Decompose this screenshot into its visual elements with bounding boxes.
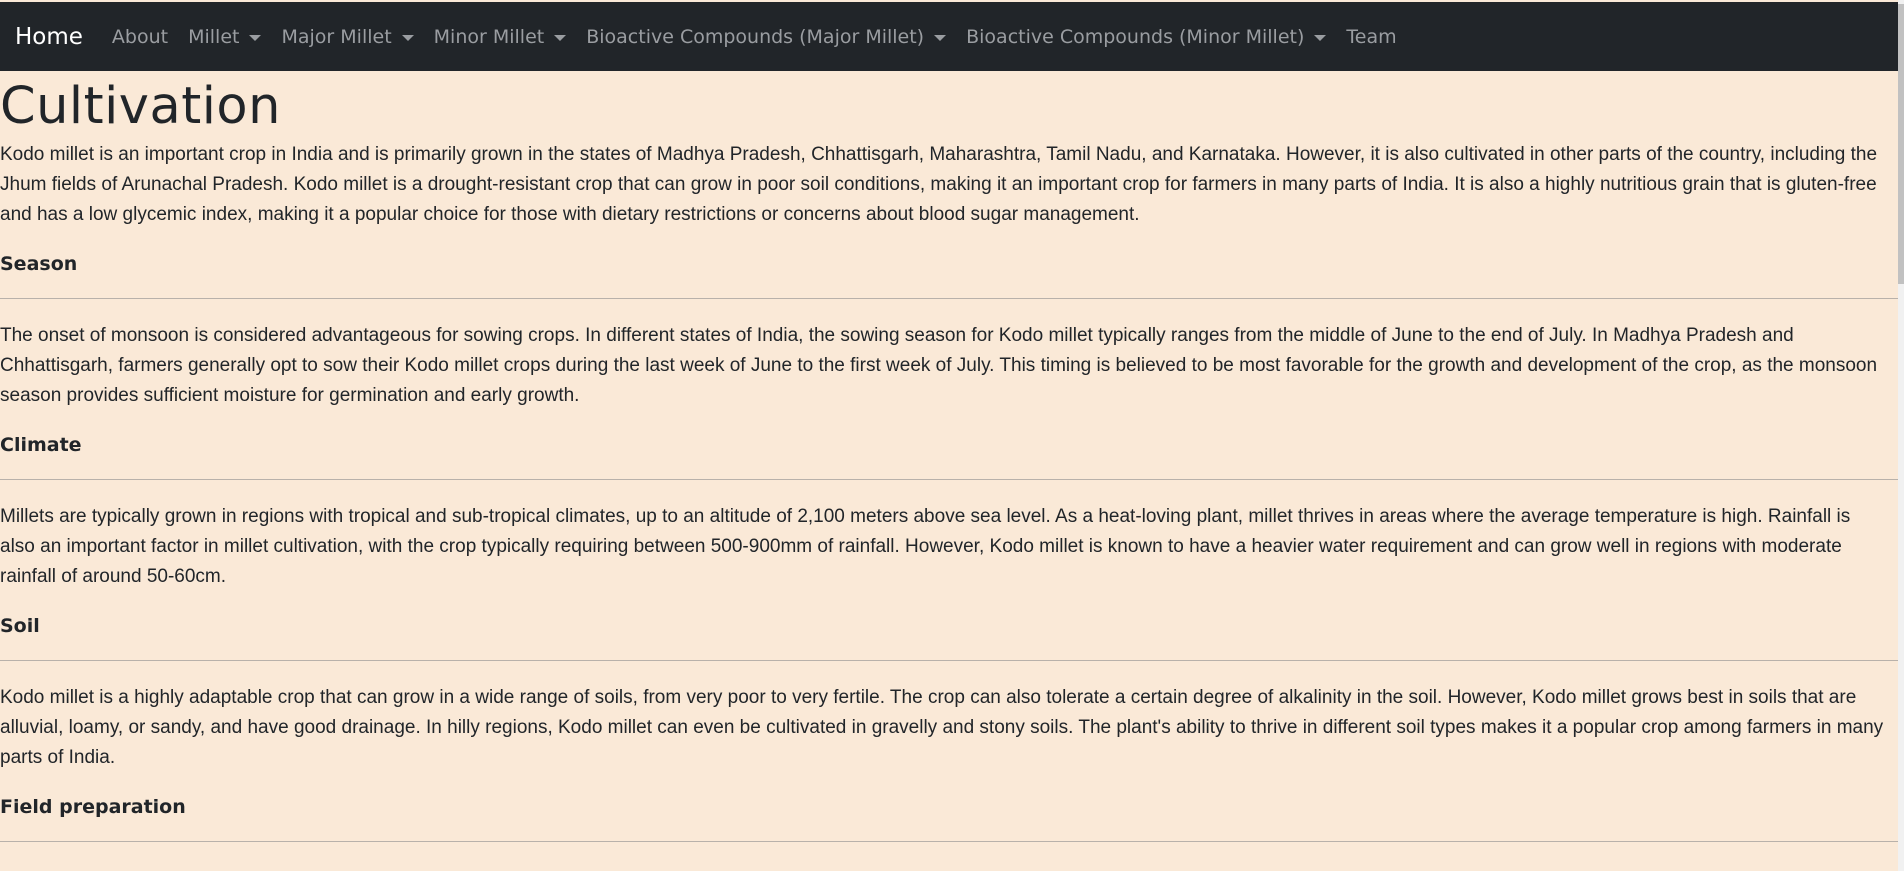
caret-down-icon bbox=[554, 34, 567, 41]
main-content: Cultivation Kodo millet is an important … bbox=[0, 71, 1898, 864]
section-text-season: The onset of monsoon is considered advan… bbox=[0, 325, 1878, 406]
caret-down-icon bbox=[249, 34, 262, 41]
nav-bioactive-major-label: Bioactive Compounds (Major Millet) bbox=[586, 25, 925, 48]
section-heading-season: Season bbox=[0, 253, 78, 275]
section-divider bbox=[0, 479, 1898, 480]
section-divider bbox=[0, 660, 1898, 661]
section-heading-soil: Soil bbox=[0, 615, 40, 637]
page-scrollbar[interactable] bbox=[1898, 0, 1904, 871]
nav-about-label: About bbox=[111, 25, 169, 48]
section-text-soil: Kodo millet is a highly adaptable crop t… bbox=[0, 687, 1884, 768]
nav-team-link[interactable]: Team bbox=[1346, 26, 1396, 48]
intro-paragraph: Kodo millet is an important crop in Indi… bbox=[0, 144, 1878, 225]
page-title: Cultivation bbox=[0, 77, 281, 136]
section-divider bbox=[0, 841, 1898, 842]
nav-major-millet-label: Major Millet bbox=[281, 25, 392, 48]
section-text-climate: Millets are typically grown in regions w… bbox=[0, 506, 1851, 587]
section-heading-field-preparation: Field preparation bbox=[0, 796, 186, 818]
nav-home-link[interactable]: Home bbox=[15, 24, 83, 50]
nav-major-millet-dropdown[interactable]: Major Millet bbox=[281, 25, 414, 48]
nav-bioactive-minor-label: Bioactive Compounds (Minor Millet) bbox=[966, 25, 1305, 48]
nav-team-label: Team bbox=[1346, 25, 1397, 48]
nav-bioactive-major-dropdown[interactable]: Bioactive Compounds (Major Millet) bbox=[586, 25, 947, 48]
caret-down-icon bbox=[1314, 34, 1327, 41]
caret-down-icon bbox=[934, 34, 947, 41]
scrollbar-thumb[interactable] bbox=[1898, 4, 1904, 284]
nav-minor-millet-label: Minor Millet bbox=[433, 25, 545, 48]
top-navbar: Home About Millet Major Millet Minor Mil… bbox=[0, 2, 1898, 71]
nav-about-link[interactable]: About bbox=[112, 26, 168, 48]
nav-bioactive-minor-dropdown[interactable]: Bioactive Compounds (Minor Millet) bbox=[966, 25, 1327, 48]
nav-millet-dropdown[interactable]: Millet bbox=[188, 25, 262, 48]
section-divider bbox=[0, 298, 1898, 299]
nav-millet-label: Millet bbox=[188, 25, 240, 48]
caret-down-icon bbox=[401, 34, 414, 41]
nav-minor-millet-dropdown[interactable]: Minor Millet bbox=[434, 26, 567, 48]
section-heading-climate: Climate bbox=[0, 434, 82, 456]
